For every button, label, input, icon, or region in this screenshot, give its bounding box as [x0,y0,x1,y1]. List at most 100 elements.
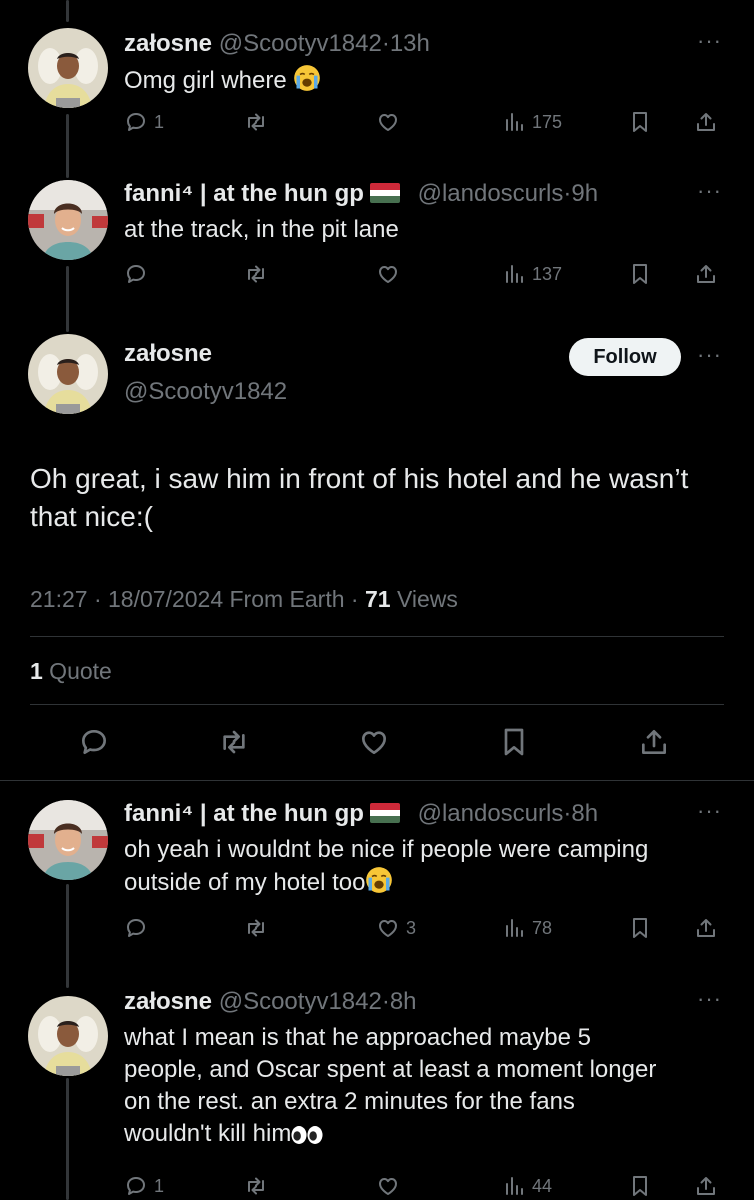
avatar[interactable] [28,28,108,108]
reply-icon [124,916,148,940]
separator-dot: · [381,988,390,1015]
crying-face-emoji [365,866,393,894]
retweet-button[interactable] [244,1174,268,1198]
like-button[interactable] [376,262,406,286]
timestamp-source: 21:27 · 18/07/2024 From Earth · [30,586,365,612]
retweet-button[interactable] [244,262,268,286]
share-button[interactable] [694,1174,718,1198]
views-icon [502,1174,526,1198]
more-options-icon[interactable]: ··· [697,342,722,368]
like-button[interactable] [358,726,390,758]
display-name[interactable]: załosne [124,988,212,1015]
thread-line-bottom [66,1078,69,1200]
avatar[interactable] [28,800,108,880]
bookmark-button[interactable] [498,726,530,758]
display-name[interactable]: załosne [124,30,212,57]
bookmark-button[interactable] [628,262,652,286]
avatar[interactable] [28,180,108,260]
views-button[interactable]: 44 [502,1174,552,1198]
views-icon [502,916,526,940]
like-button[interactable] [376,1174,406,1198]
bookmark-button[interactable] [628,110,652,134]
reply-button[interactable] [124,916,154,940]
bookmark-icon [628,262,652,286]
views-count: 44 [532,1175,553,1196]
bookmark-button[interactable] [628,1174,652,1198]
timestamp[interactable]: 8h [571,800,598,827]
avatar[interactable] [28,996,108,1076]
bookmark-icon [498,726,530,758]
reply-button[interactable] [124,262,154,286]
retweet-icon [218,726,250,758]
timestamp[interactable]: 13h [390,30,430,57]
follow-button[interactable]: Follow [569,338,681,376]
display-name[interactable]: załosne [124,340,212,368]
separator-dot: · [381,30,390,57]
tweet-text: Omg girl where [124,67,287,94]
views-icon [502,262,526,286]
more-options-icon[interactable]: ··· [697,986,722,1012]
tweet-text: what I mean is that he approached maybe … [124,1024,657,1147]
display-name[interactable]: fanni⁴ | at the hun gp [124,180,364,207]
share-button[interactable] [694,110,718,134]
retweet-icon [244,916,268,940]
handle[interactable]: @Scootyv1842 [219,988,382,1015]
reply-count: 1 [154,1175,165,1196]
views-label: Views [390,586,458,612]
retweet-button[interactable] [218,726,250,758]
views-count: 137 [532,263,563,284]
share-icon [694,1174,718,1198]
more-options-icon[interactable]: ··· [697,798,722,824]
handle[interactable]: @Scootyv1842 [124,378,287,406]
display-name[interactable]: fanni⁴ | at the hun gp [124,800,364,827]
like-button[interactable]: 3 [376,916,416,940]
share-icon [694,916,718,940]
tweet-meta: 21:27 · 18/07/2024 From Earth · 71 Views [30,586,458,613]
handle[interactable]: @Scootyv1842 [219,30,382,57]
views-icon [502,110,526,134]
hungary-flag-icon [369,183,400,203]
heart-icon [376,110,400,134]
views-button[interactable]: 78 [502,916,552,940]
timestamp[interactable]: 8h [390,988,417,1015]
like-count: 3 [406,917,417,938]
quote-count: 1 [30,658,43,684]
eyes-emoji [291,1125,323,1145]
crying-face-emoji [293,64,321,92]
bookmark-icon [628,916,652,940]
views-count[interactable]: 71 [365,586,391,612]
share-icon [694,262,718,286]
divider [30,704,724,705]
more-options-icon[interactable]: ··· [697,28,722,54]
reply-button[interactable]: 1 [124,110,164,134]
tweet-text: at the track, in the pit lane [124,216,399,243]
reply-button[interactable]: 1 [124,1174,164,1198]
timestamp[interactable]: 9h [571,180,598,207]
bookmark-icon [628,110,652,134]
retweet-button[interactable] [244,916,268,940]
quotes-link[interactable]: 1 Quote [30,658,112,685]
share-button[interactable] [694,262,718,286]
hungary-flag-icon [369,803,400,823]
share-icon [638,726,670,758]
more-options-icon[interactable]: ··· [697,178,722,204]
avatar[interactable] [28,334,108,414]
like-button[interactable] [376,110,406,134]
share-button[interactable] [638,726,670,758]
share-button[interactable] [694,916,718,940]
reply-icon [78,726,110,758]
handle[interactable]: @landoscurls [418,180,564,207]
views-button[interactable]: 137 [502,262,562,286]
tweet-text: Oh great, i saw him in front of his hote… [30,463,689,532]
retweet-icon [244,110,268,134]
reply-icon [124,1174,148,1198]
handle[interactable]: @landoscurls [418,800,564,827]
retweet-icon [244,1174,268,1198]
reply-button[interactable] [78,726,110,758]
thread-line [66,114,69,178]
bookmark-button[interactable] [628,916,652,940]
views-count: 175 [532,111,563,132]
views-count: 78 [532,917,553,938]
views-button[interactable]: 175 [502,110,562,134]
retweet-button[interactable] [244,110,268,134]
